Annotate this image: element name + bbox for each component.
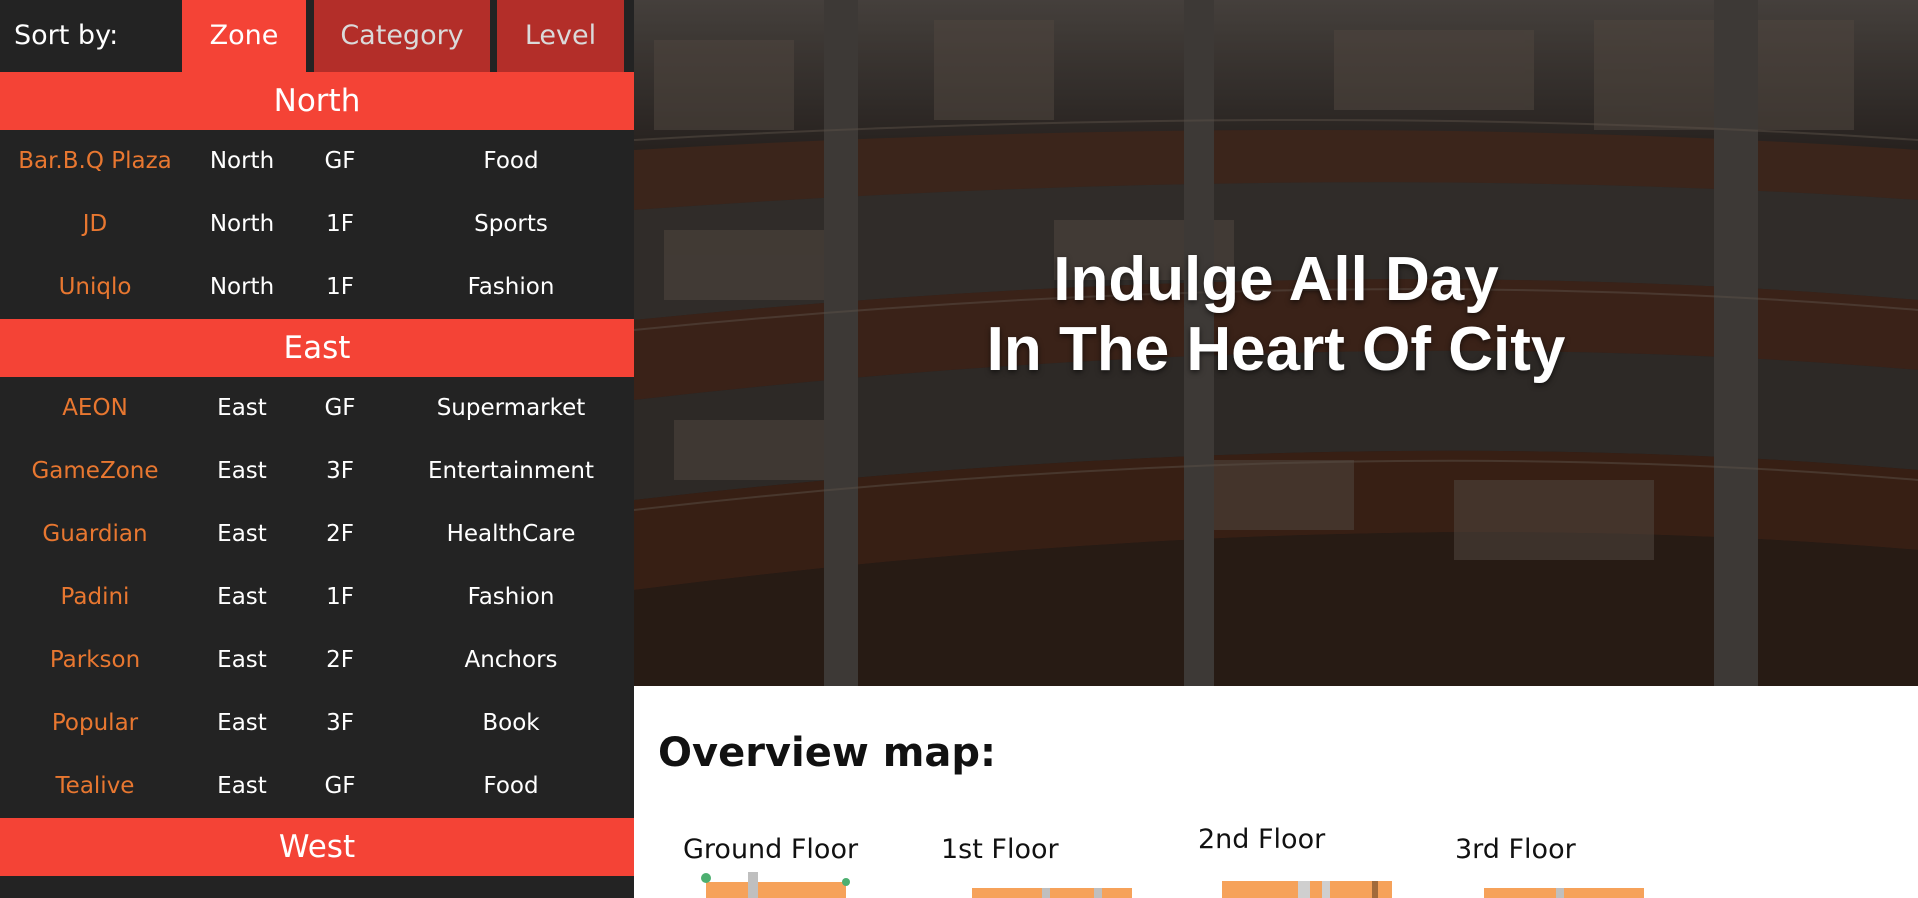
- store-name[interactable]: JD: [0, 193, 190, 256]
- store-name[interactable]: Bar.B.Q Plaza: [0, 130, 190, 193]
- hero-banner: Indulge All Day In The Heart Of City: [634, 0, 1918, 686]
- ground-floor-map[interactable]: [696, 866, 856, 898]
- overview-section: Overview map: Ground Floor 1st Floor 2nd…: [634, 686, 1918, 898]
- store-name[interactable]: Guardian: [0, 503, 190, 566]
- sort-bar: Sort by: Zone Category Level: [0, 0, 634, 72]
- store-level: 3F: [326, 710, 354, 736]
- store-row[interactable]: Tealive East GF Food: [0, 755, 634, 818]
- store-category: Food: [483, 773, 539, 799]
- store-level: 1F: [326, 584, 354, 610]
- store-level: 3F: [326, 458, 354, 484]
- store-name[interactable]: Tealive: [0, 755, 190, 818]
- sort-tab-zone[interactable]: Zone: [182, 0, 306, 72]
- store-name[interactable]: Parkson: [0, 629, 190, 692]
- zone-header-north: North: [0, 72, 634, 130]
- store-category: Food: [483, 148, 539, 174]
- store-name[interactable]: AEON: [0, 377, 190, 440]
- store-zone: East: [217, 395, 267, 421]
- store-level: GF: [324, 148, 356, 174]
- store-category: HealthCare: [446, 521, 576, 547]
- store-name[interactable]: Padini: [0, 566, 190, 629]
- overview-title: Overview map:: [658, 730, 997, 776]
- store-category: Anchors: [464, 647, 558, 673]
- store-row[interactable]: Uniqlo North 1F Fashion: [0, 256, 634, 319]
- store-row[interactable]: JD North 1F Sports: [0, 193, 634, 256]
- store-row[interactable]: Bar.B.Q Plaza North GF Food: [0, 130, 634, 193]
- store-level: GF: [324, 395, 356, 421]
- sort-by-label: Sort by:: [14, 20, 119, 51]
- store-name[interactable]: Uniqlo: [0, 256, 190, 319]
- hero-headline: Indulge All Day In The Heart Of City: [634, 245, 1918, 385]
- store-row[interactable]: Guardian East 2F HealthCare: [0, 503, 634, 566]
- zone-list: North Bar.B.Q Plaza North GF Food JD North 1F Sp…: [0, 72, 634, 876]
- sort-tab-level[interactable]: Level: [497, 0, 624, 72]
- store-category: Supermarket: [436, 395, 586, 421]
- store-zone: East: [217, 647, 267, 673]
- store-category: Sports: [474, 211, 548, 237]
- second-floor-map[interactable]: [1222, 879, 1392, 898]
- store-category: Fashion: [467, 584, 555, 610]
- store-row[interactable]: AEON East GF Supermarket: [0, 377, 634, 440]
- hero-line-2: In The Heart Of City: [986, 315, 1566, 384]
- store-row[interactable]: Parkson East 2F Anchors: [0, 629, 634, 692]
- store-level: 1F: [326, 274, 354, 300]
- store-category: Fashion: [467, 274, 555, 300]
- store-directory-sidebar: Sort by: Zone Category Level North Bar.B.…: [0, 0, 634, 898]
- store-name[interactable]: Popular: [0, 692, 190, 755]
- hero-line-1: Indulge All Day: [1053, 245, 1499, 314]
- store-zone: East: [217, 710, 267, 736]
- floor-label-2nd: 2nd Floor: [1198, 824, 1326, 855]
- third-floor-map[interactable]: [1484, 886, 1644, 898]
- store-name[interactable]: GameZone: [0, 440, 190, 503]
- floor-label-3rd: 3rd Floor: [1455, 834, 1576, 865]
- floor-label-1st: 1st Floor: [941, 834, 1059, 865]
- store-level: GF: [324, 773, 356, 799]
- store-level: 1F: [326, 211, 354, 237]
- store-category: Entertainment: [428, 458, 594, 484]
- store-level: 2F: [326, 647, 354, 673]
- store-row[interactable]: Padini East 1F Fashion: [0, 566, 634, 629]
- store-category: Book: [482, 710, 540, 736]
- store-row[interactable]: Popular East 3F Book: [0, 692, 634, 755]
- store-zone: North: [209, 274, 275, 300]
- store-zone: East: [217, 584, 267, 610]
- floor-label-ground: Ground Floor: [683, 834, 859, 865]
- store-zone: East: [217, 521, 267, 547]
- store-zone: North: [209, 148, 275, 174]
- store-zone: North: [209, 211, 275, 237]
- store-zone: East: [217, 458, 267, 484]
- store-row[interactable]: GameZone East 3F Entertainment: [0, 440, 634, 503]
- store-level: 2F: [326, 521, 354, 547]
- zone-header-east: East: [0, 319, 634, 377]
- sort-tab-category[interactable]: Category: [314, 0, 490, 72]
- first-floor-map[interactable]: [972, 886, 1132, 898]
- store-zone: East: [217, 773, 267, 799]
- zone-header-west: West: [0, 818, 634, 876]
